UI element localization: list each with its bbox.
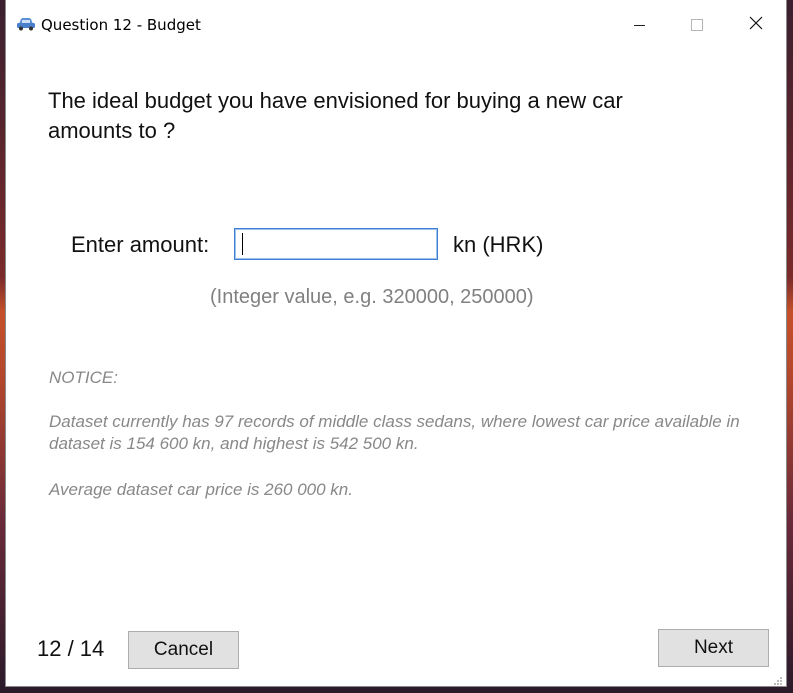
notice-dataset-info: Dataset currently has 97 records of midd…: [49, 412, 740, 453]
maximize-icon: [691, 19, 703, 31]
currency-unit-label: kn (HRK): [453, 232, 544, 257]
minimize-button[interactable]: [616, 0, 662, 50]
window-title: Question 12 - Budget: [41, 16, 201, 34]
question-text: The ideal budget you have envisioned for…: [48, 88, 623, 143]
page-counter: 12 / 14: [37, 636, 105, 661]
cancel-button[interactable]: Cancel: [128, 631, 239, 669]
notice-average-price: Average dataset car price is 260 000 kn.: [49, 480, 353, 499]
amount-input[interactable]: [234, 228, 438, 260]
close-button[interactable]: [733, 0, 779, 50]
amount-label: Enter amount:: [71, 232, 210, 257]
car-icon: [16, 16, 36, 32]
maximize-button[interactable]: [674, 0, 720, 50]
minimize-icon: [633, 24, 645, 26]
text-caret: [242, 233, 243, 255]
resize-grip-icon[interactable]: [773, 673, 783, 685]
title-bar[interactable]: Question 12 - Budget: [6, 0, 786, 50]
notice-title: NOTICE:: [49, 368, 118, 387]
input-hint: (Integer value, e.g. 320000, 250000): [210, 286, 534, 308]
dialog-window: Question 12 - Budget The ideal budget yo…: [6, 0, 786, 686]
next-button[interactable]: Next: [658, 629, 769, 667]
close-icon: [749, 16, 763, 35]
